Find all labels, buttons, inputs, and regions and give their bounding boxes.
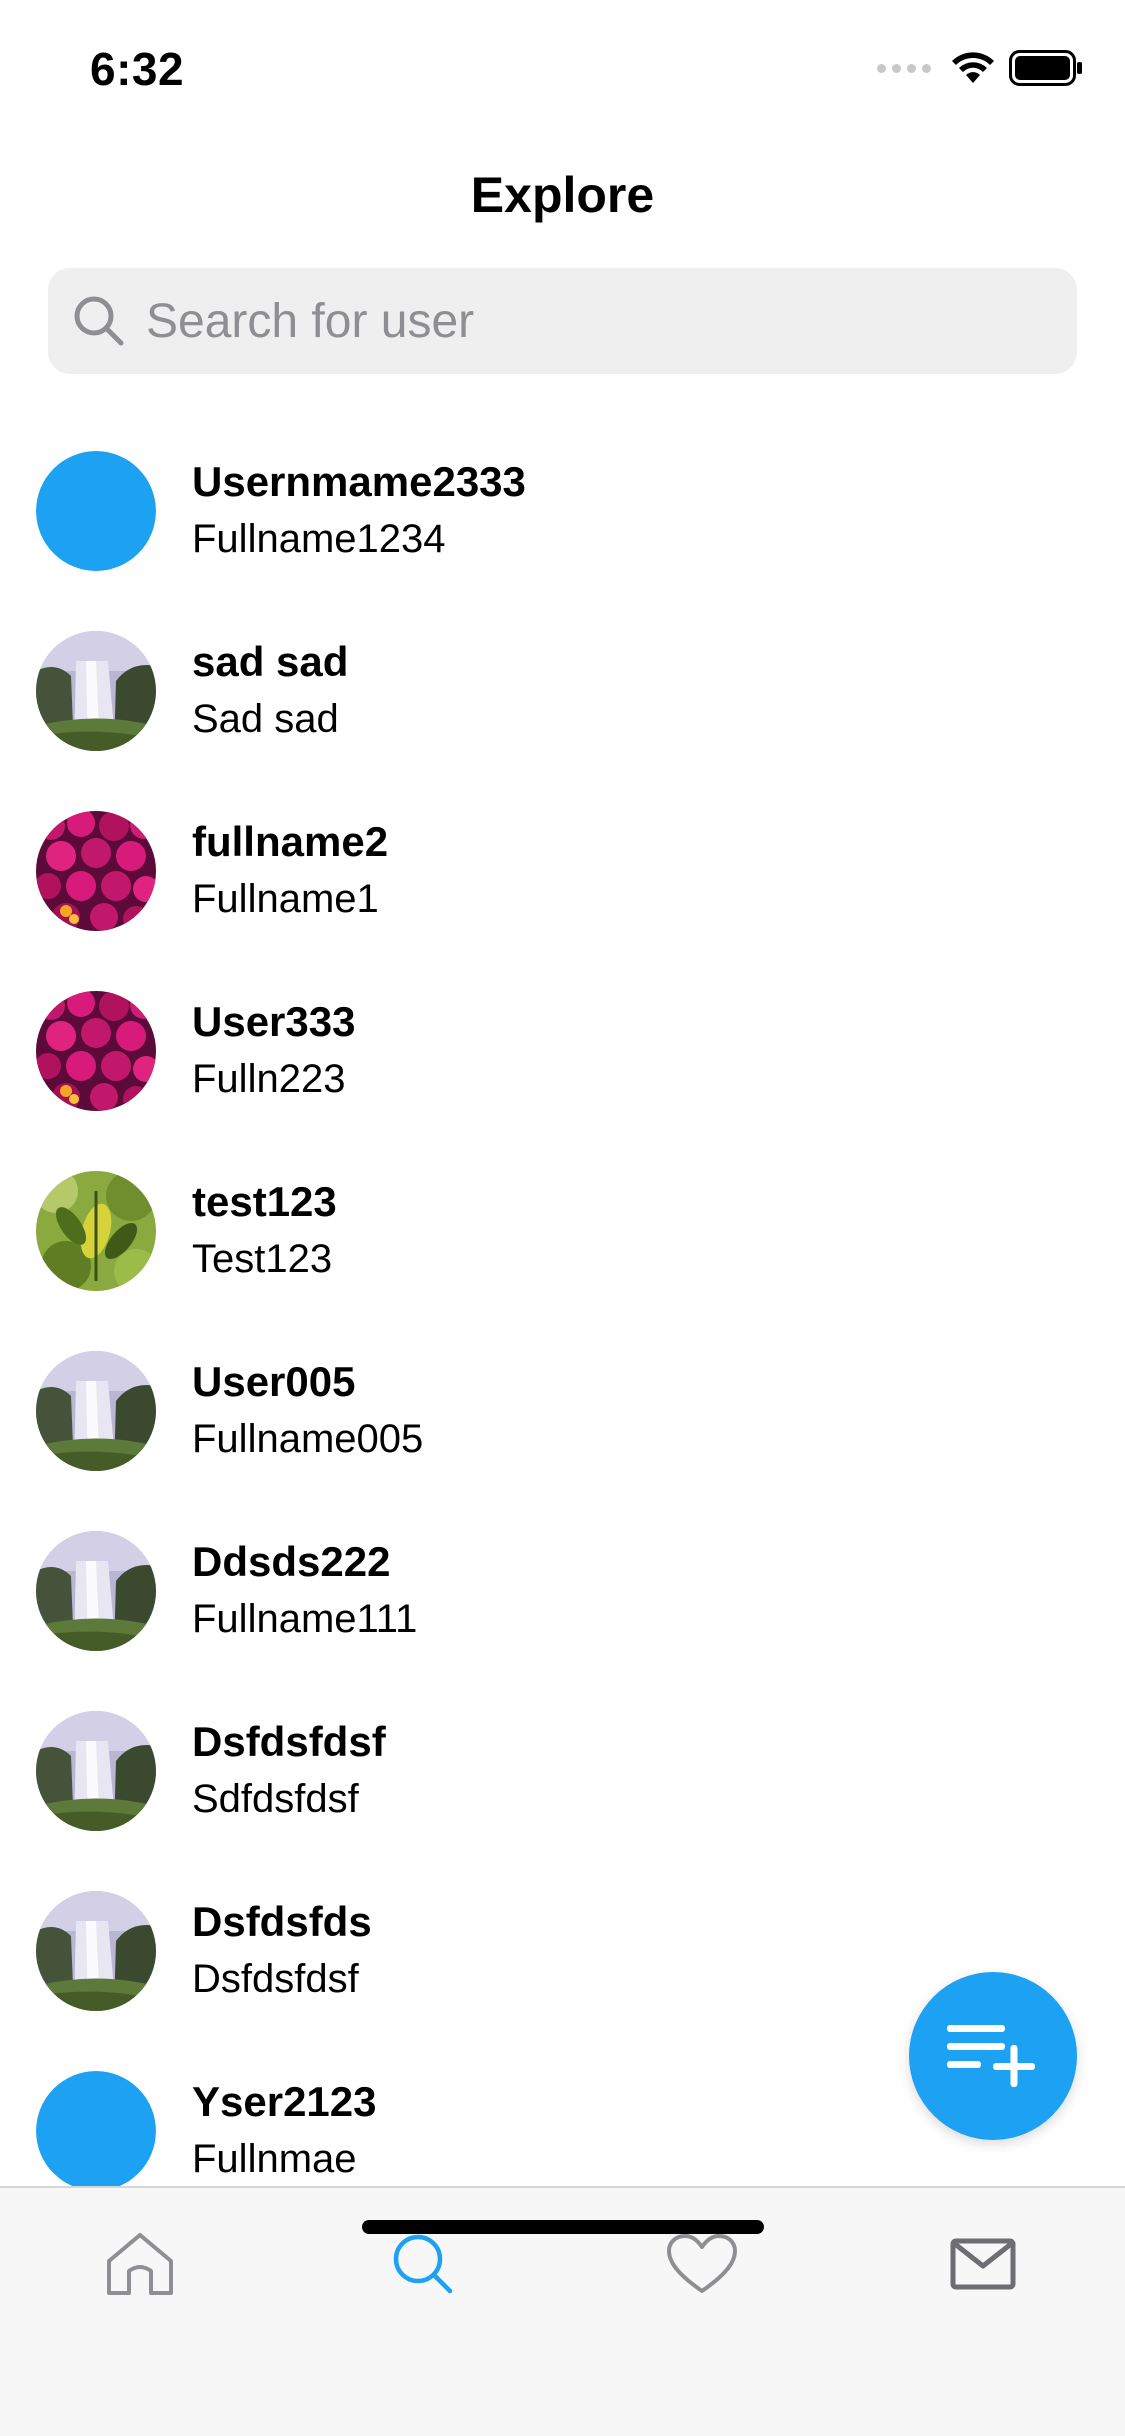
username: Ddsds222: [192, 1538, 391, 1585]
status-bar: 6:32: [0, 0, 1125, 132]
avatar: [36, 2071, 156, 2186]
username: Dsfdsfdsf: [192, 1718, 386, 1765]
fullname: Fullname1: [192, 877, 379, 921]
username: Yser2123: [192, 2078, 377, 2125]
mail-icon: [950, 2238, 1016, 2290]
search-input[interactable]: [144, 292, 1048, 350]
avatar: [36, 1171, 156, 1291]
user-row[interactable]: Usernmame2333 Fullname1234: [0, 430, 1125, 610]
tab-messages[interactable]: [933, 2214, 1033, 2314]
new-list-plus-icon: [947, 2025, 1035, 2087]
search-icon: [393, 2234, 453, 2294]
avatar: [36, 1891, 156, 2011]
home-icon: [107, 2233, 173, 2295]
search-icon: [74, 296, 124, 346]
home-indicator: [362, 2220, 764, 2234]
username: User005: [192, 1358, 356, 1405]
avatar: [36, 1711, 156, 1831]
avatar: [36, 1531, 156, 1651]
search-bar[interactable]: [48, 268, 1077, 374]
wifi-icon: [952, 52, 994, 83]
user-row[interactable]: Ddsds222 Fullname111: [0, 1510, 1125, 1690]
heart-icon: [667, 2234, 737, 2293]
tab-bar: [0, 2186, 1125, 2436]
fullname: Dsfdsfdsf: [192, 1957, 359, 2001]
page-title: Explore: [470, 167, 655, 223]
username: User333: [192, 998, 356, 1045]
fullname: Fullname1234: [192, 517, 446, 561]
user-row[interactable]: User333 Fulln223: [0, 970, 1125, 1150]
username: fullname2: [192, 818, 389, 865]
fullname: Fulln223: [192, 1057, 346, 1101]
status-time: 6:32: [90, 43, 185, 95]
cellular-signal-icon: [877, 63, 931, 73]
user-row[interactable]: fullname2 Fullname1: [0, 790, 1125, 970]
status-icons: [877, 48, 1083, 88]
user-list[interactable]: Usernmame2333 Fullname1234 sad sad Sad s…: [0, 430, 1125, 2186]
user-row[interactable]: sad sad Sad sad: [0, 610, 1125, 790]
username: Dsfdsfds: [192, 1898, 372, 1945]
fullname: Sdfdsfdsf: [192, 1777, 359, 1821]
fullname: Test123: [192, 1237, 333, 1281]
avatar: [36, 631, 156, 751]
battery-icon: [1009, 50, 1082, 86]
avatar: [36, 811, 156, 931]
avatar: [36, 991, 156, 1111]
username: Usernmame2333: [192, 458, 526, 505]
tab-home[interactable]: [90, 2214, 190, 2314]
fullname: Fullname005: [192, 1417, 424, 1461]
avatar: [36, 451, 156, 571]
fullname: Fullname111: [192, 1597, 418, 1641]
user-row[interactable]: Dsfdsfdsf Sdfdsfdsf: [0, 1690, 1125, 1870]
user-row[interactable]: User005 Fullname005: [0, 1330, 1125, 1510]
user-row[interactable]: test123 Test123: [0, 1150, 1125, 1330]
fullname: Fullnmae: [192, 2137, 357, 2181]
new-list-button[interactable]: [909, 1972, 1077, 2140]
username: test123: [192, 1178, 337, 1225]
avatar: [36, 1351, 156, 1471]
username: sad sad: [192, 638, 349, 685]
fullname: Sad sad: [192, 697, 339, 741]
